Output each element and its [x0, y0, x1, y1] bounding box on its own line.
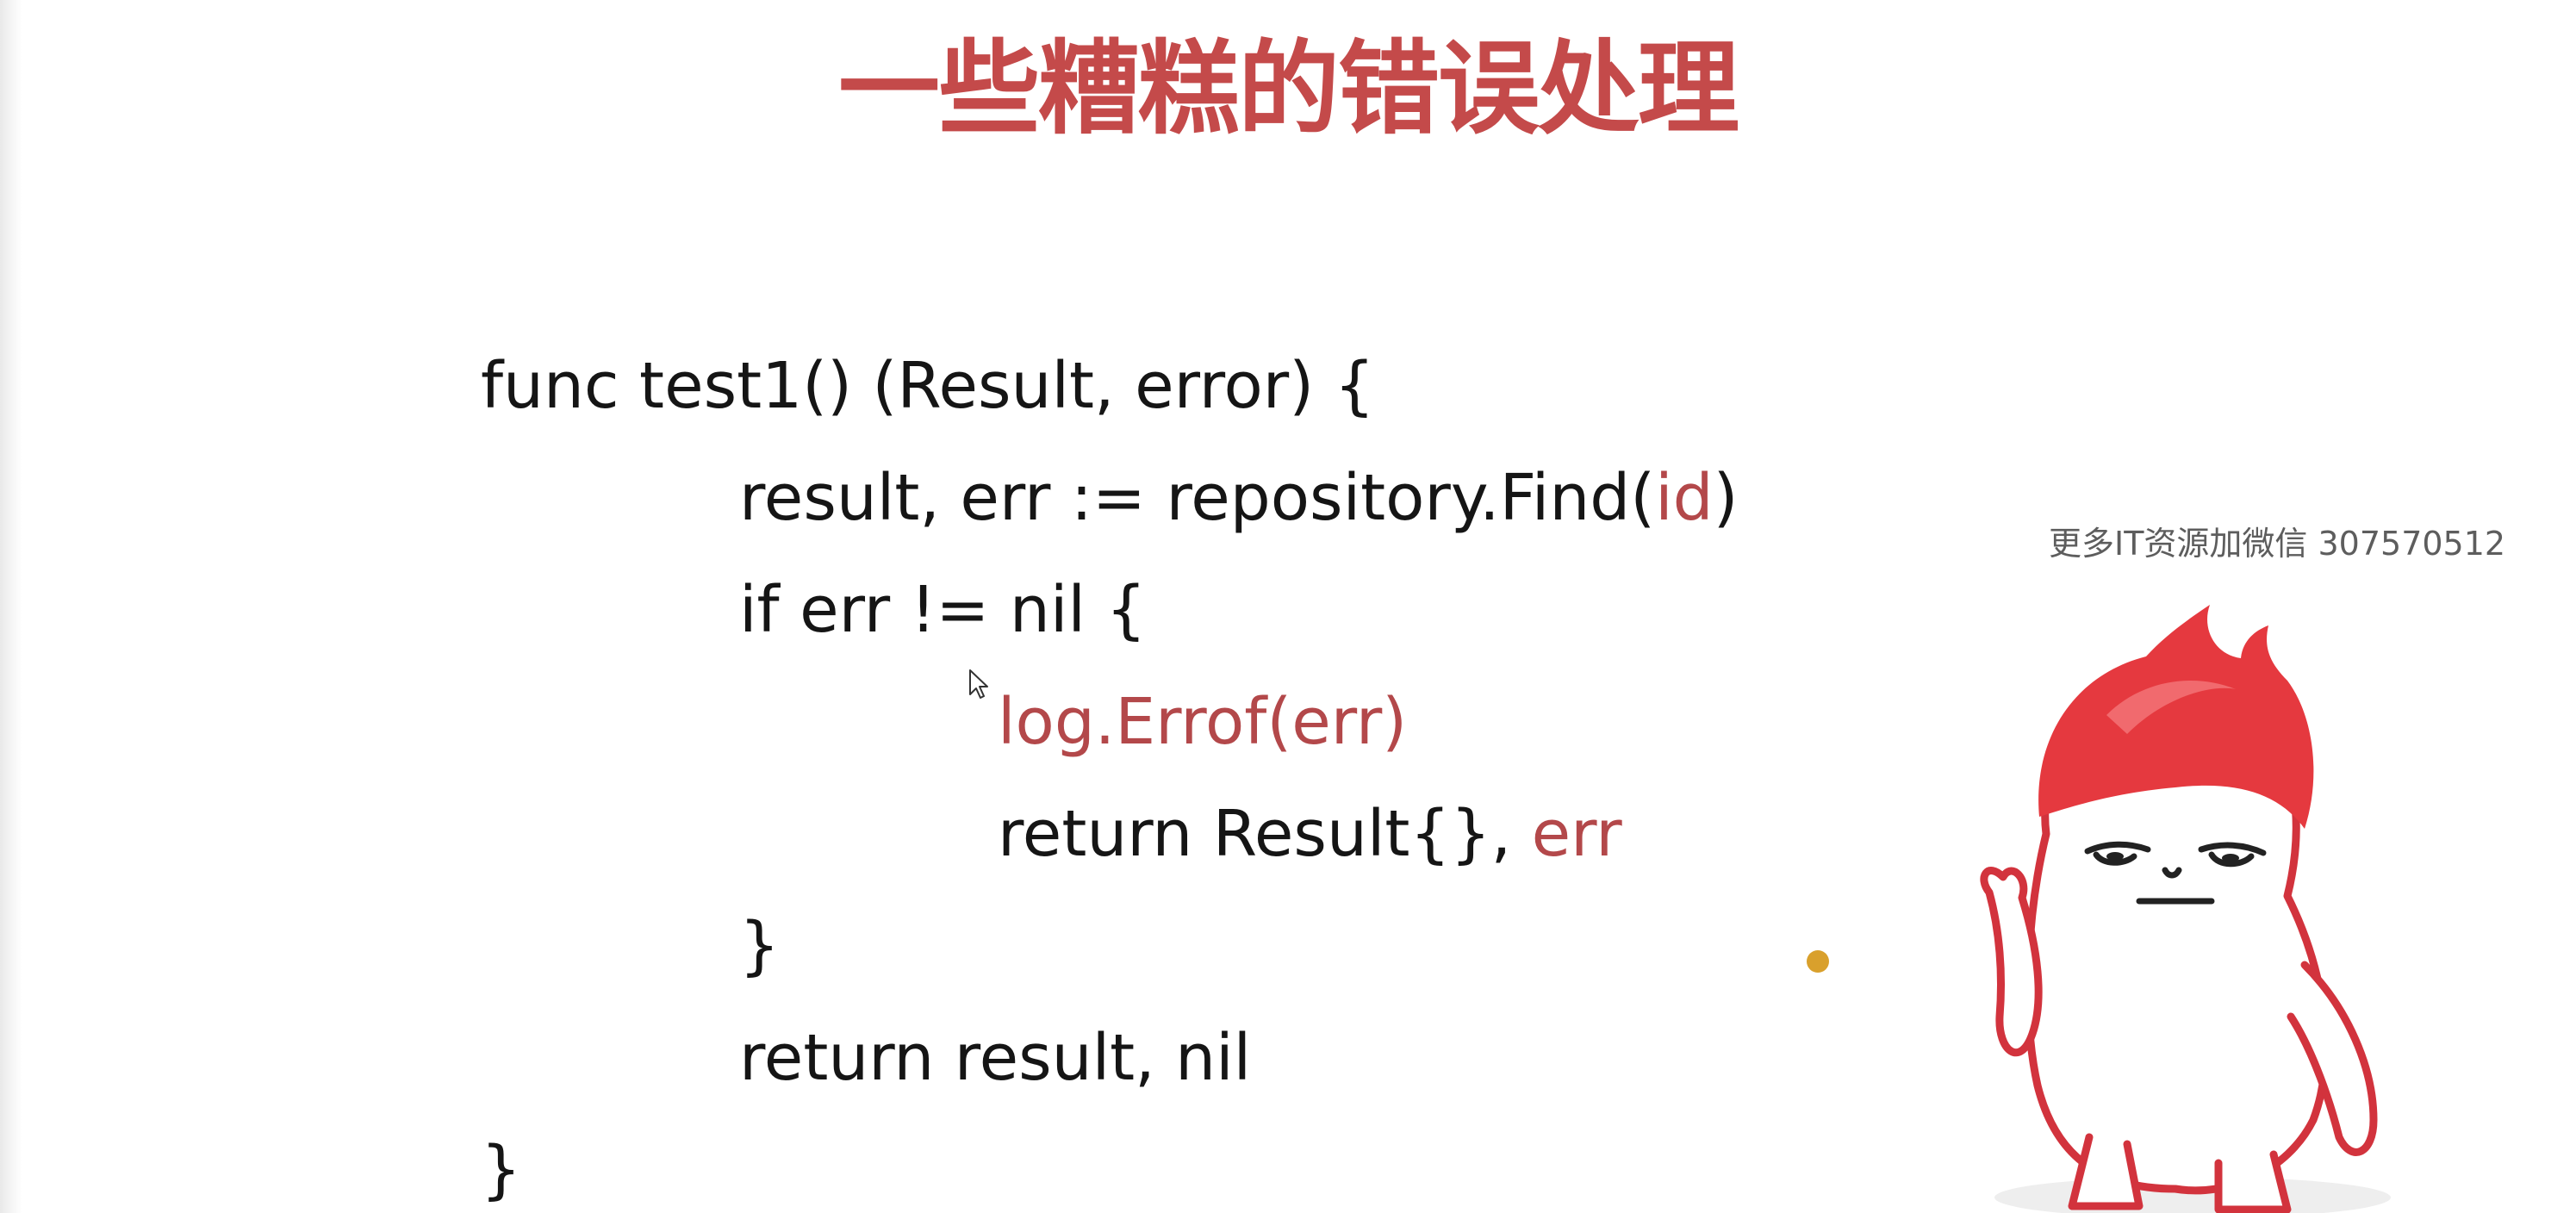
mouse-cursor-icon — [969, 669, 988, 699]
code-line-7: return result, nil — [739, 1021, 1252, 1095]
code-text: result, err := repository.Find( — [739, 461, 1656, 535]
code-highlight-err: err — [1531, 797, 1622, 871]
code-line-5: return Result{}, err — [998, 793, 1622, 875]
code-line-1: func test1() (Result, error) { — [481, 349, 1375, 423]
watermark-text: 更多IT资源加微信 307570512 — [2049, 525, 2506, 563]
slide-title: 一些糟糕的错误处理 — [837, 29, 1739, 148]
code-line-8: } — [481, 1133, 522, 1207]
code-line-6: } — [739, 909, 781, 983]
slide: 一些糟糕的错误处理 func test1() (Result, error) {… — [0, 0, 2576, 1213]
left-edge-shadow — [0, 0, 22, 1213]
code-highlight-id: id — [1655, 461, 1714, 535]
code-line-2: result, err := repository.Find(id) — [739, 457, 1739, 539]
code-text: return Result{}, — [998, 797, 1532, 871]
pointer-dot — [1807, 950, 1829, 973]
code-text: ) — [1713, 461, 1739, 535]
code-line-3: if err != nil { — [739, 573, 1147, 647]
code-line-4: log.Errof(err) — [998, 685, 1408, 759]
mascot-illustration — [1980, 605, 2391, 1213]
